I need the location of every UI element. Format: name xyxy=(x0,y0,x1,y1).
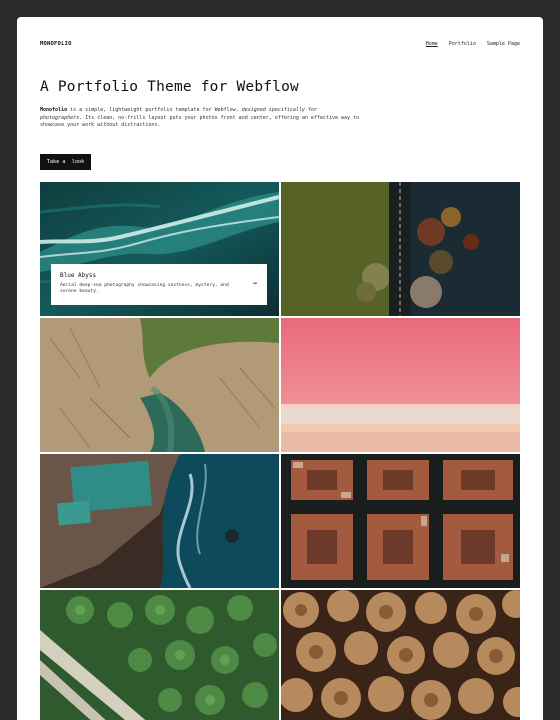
featured-description: Aerial deep-sea photography showcasing v… xyxy=(60,283,229,295)
firewood-logs-image xyxy=(281,590,520,720)
site-logo[interactable]: MONOFOLIO xyxy=(40,41,72,47)
coastal-pool-photo[interactable] xyxy=(40,454,279,588)
hero-title: A Portfolio Theme for Webflow xyxy=(40,79,299,95)
hero-description: Monofolio is a simple, lightweight portf… xyxy=(40,107,360,130)
page-card: MONOFOLIO Home Portfolio Sample Page A P… xyxy=(17,17,543,720)
ocean-waves-photo[interactable]: Blue Abyss Aerial deep-sea photography s… xyxy=(40,182,279,316)
hero-desc-text-2: . Its clean, no-frills layout puts your … xyxy=(40,114,360,129)
pink-beach-photo[interactable] xyxy=(281,318,520,452)
palm-trees-road-image xyxy=(40,590,279,720)
nav-link-portfolio[interactable]: Portfolio xyxy=(449,41,476,47)
top-nav: MONOFOLIO Home Portfolio Sample Page xyxy=(40,38,520,50)
featured-caption-card[interactable]: Blue Abyss Aerial deep-sea photography s… xyxy=(51,264,267,305)
coastal-pool-image xyxy=(40,454,279,588)
palm-trees-road-photo[interactable] xyxy=(40,590,279,720)
forest-road-image xyxy=(281,182,520,316)
photo-gallery: Blue Abyss Aerial deep-sea photography s… xyxy=(40,182,520,720)
featured-title: Blue Abyss xyxy=(60,272,97,279)
take-a-look-button[interactable]: Take a look xyxy=(40,154,91,170)
hero-brand-name: Monofolio xyxy=(40,107,68,113)
dry-grass-lagoon-photo[interactable] xyxy=(40,318,279,452)
pink-beach-image xyxy=(281,318,520,452)
arrow-right-icon[interactable]: → xyxy=(253,279,257,287)
hero-desc-text-1: is a simple, lightweight portfolio templ… xyxy=(67,107,242,113)
nav-link-sample-page[interactable]: Sample Page xyxy=(487,41,520,47)
dry-grass-lagoon-image xyxy=(40,318,279,452)
city-blocks-photo[interactable] xyxy=(281,454,520,588)
nav-link-home[interactable]: Home xyxy=(426,41,438,47)
forest-road-photo[interactable] xyxy=(281,182,520,316)
city-blocks-image xyxy=(281,454,520,588)
firewood-logs-photo[interactable] xyxy=(281,590,520,720)
nav-links: Home Portfolio Sample Page xyxy=(426,41,520,47)
